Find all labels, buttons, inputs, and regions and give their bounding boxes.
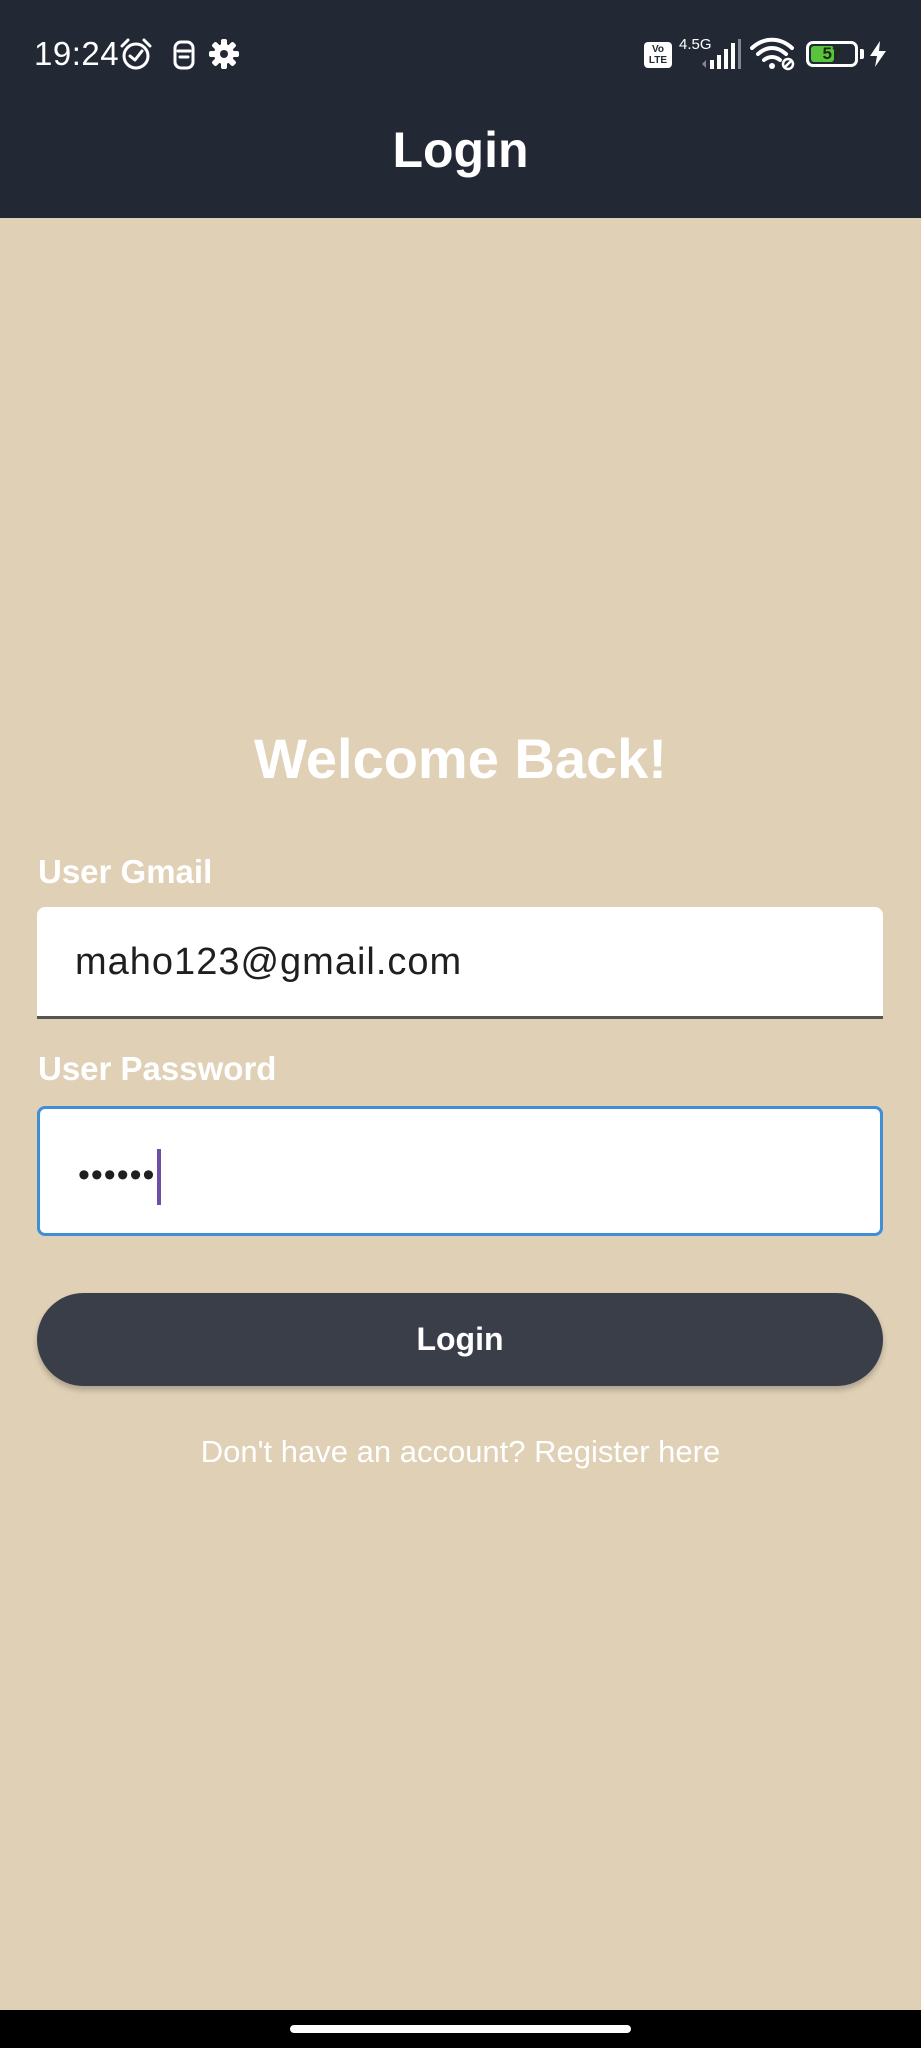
- navigation-bar: [0, 2010, 921, 2048]
- email-field[interactable]: maho123@gmail.com: [37, 907, 883, 1019]
- battery-percent: 57: [822, 44, 842, 63]
- wifi-icon: [750, 37, 795, 71]
- volte-badge: Vo LTE: [644, 42, 672, 68]
- email-value: maho123@gmail.com: [75, 941, 463, 983]
- text-cursor: [157, 1149, 162, 1205]
- signal-icon: [702, 39, 741, 69]
- home-indicator[interactable]: [290, 2025, 631, 2033]
- login-button[interactable]: Login: [37, 1293, 883, 1386]
- password-label: User Password: [38, 1050, 277, 1087]
- charging-icon: [870, 41, 886, 67]
- alarm-icon: [120, 38, 152, 70]
- password-value-row: ••••••: [78, 1149, 162, 1205]
- battery-icon: 57: [806, 41, 858, 67]
- status-bar: 19:24 Vo LTE 4.5G 57: [0, 0, 921, 110]
- app-bar: 19:24 Vo LTE 4.5G 57 Login: [0, 0, 921, 218]
- clipboard-icon: [173, 40, 195, 70]
- page-title: Login: [392, 122, 529, 178]
- email-label: User Gmail: [38, 853, 213, 890]
- password-field[interactable]: ••••••: [37, 1106, 883, 1236]
- password-value: ••••••: [78, 1155, 156, 1194]
- gear-icon: [209, 39, 239, 69]
- battery-cap: [860, 49, 864, 59]
- status-time: 19:24: [34, 35, 120, 72]
- register-link[interactable]: Don't have an account? Register here: [0, 1430, 921, 1474]
- welcome-heading: Welcome Back!: [254, 727, 667, 790]
